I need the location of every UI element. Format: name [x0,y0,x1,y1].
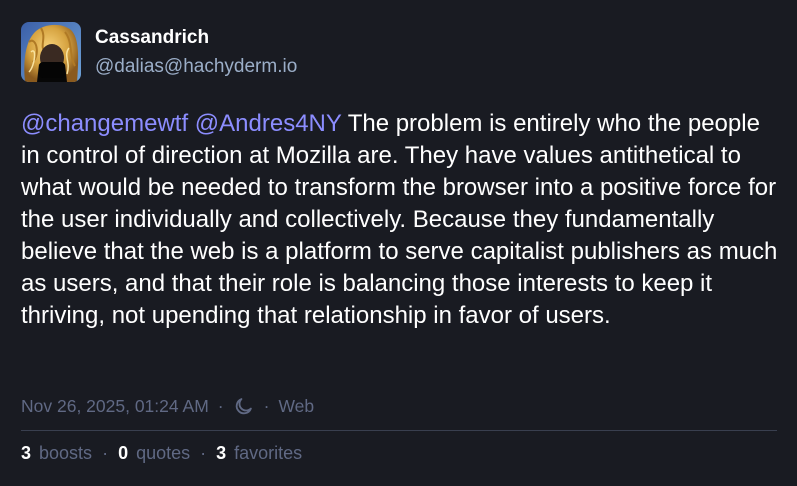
application-name: Web [278,396,315,416]
meta-separator: · [217,396,224,416]
account-names: Cassandrich @dalias@hachyderm.io [95,22,297,78]
stats-separator: · [200,443,207,463]
display-name[interactable]: Cassandrich [95,27,297,49]
avatar[interactable] [21,22,81,82]
status-stats: 3 boosts · 0 quotes · 3 favorites [21,441,302,465]
status-detail: Cassandrich @dalias@hachyderm.io @change… [0,0,797,486]
quotes-link[interactable]: 0 quotes [118,441,190,465]
status-text: The problem is entirely who the people i… [21,110,778,329]
status-meta: Nov 26, 2025, 01:24 AM · · Web [21,394,314,418]
boosts-link[interactable]: 3 boosts [21,441,92,465]
timestamp-link[interactable]: Nov 26, 2025, 01:24 AM [21,394,209,418]
favorites-link[interactable]: 3 favorites [216,441,302,465]
mention-link[interactable]: @changemewtf [21,110,188,137]
meta-separator: · [263,396,270,416]
boosts-label: boosts [39,443,93,463]
mention-link[interactable]: @Andres4NY [195,110,342,137]
status-content: @changemewtf @Andres4NY The problem is e… [21,108,781,332]
quotes-label: quotes [136,443,191,463]
divider [21,430,777,431]
quotes-count: 0 [118,443,129,463]
account-header[interactable]: Cassandrich @dalias@hachyderm.io [21,0,777,84]
stats-separator: · [102,443,109,463]
favorites-label: favorites [234,443,303,463]
moon-icon [235,398,252,415]
account-handle: @dalias@hachyderm.io [95,56,298,77]
boosts-count: 3 [21,443,32,463]
favorites-count: 3 [216,443,227,463]
